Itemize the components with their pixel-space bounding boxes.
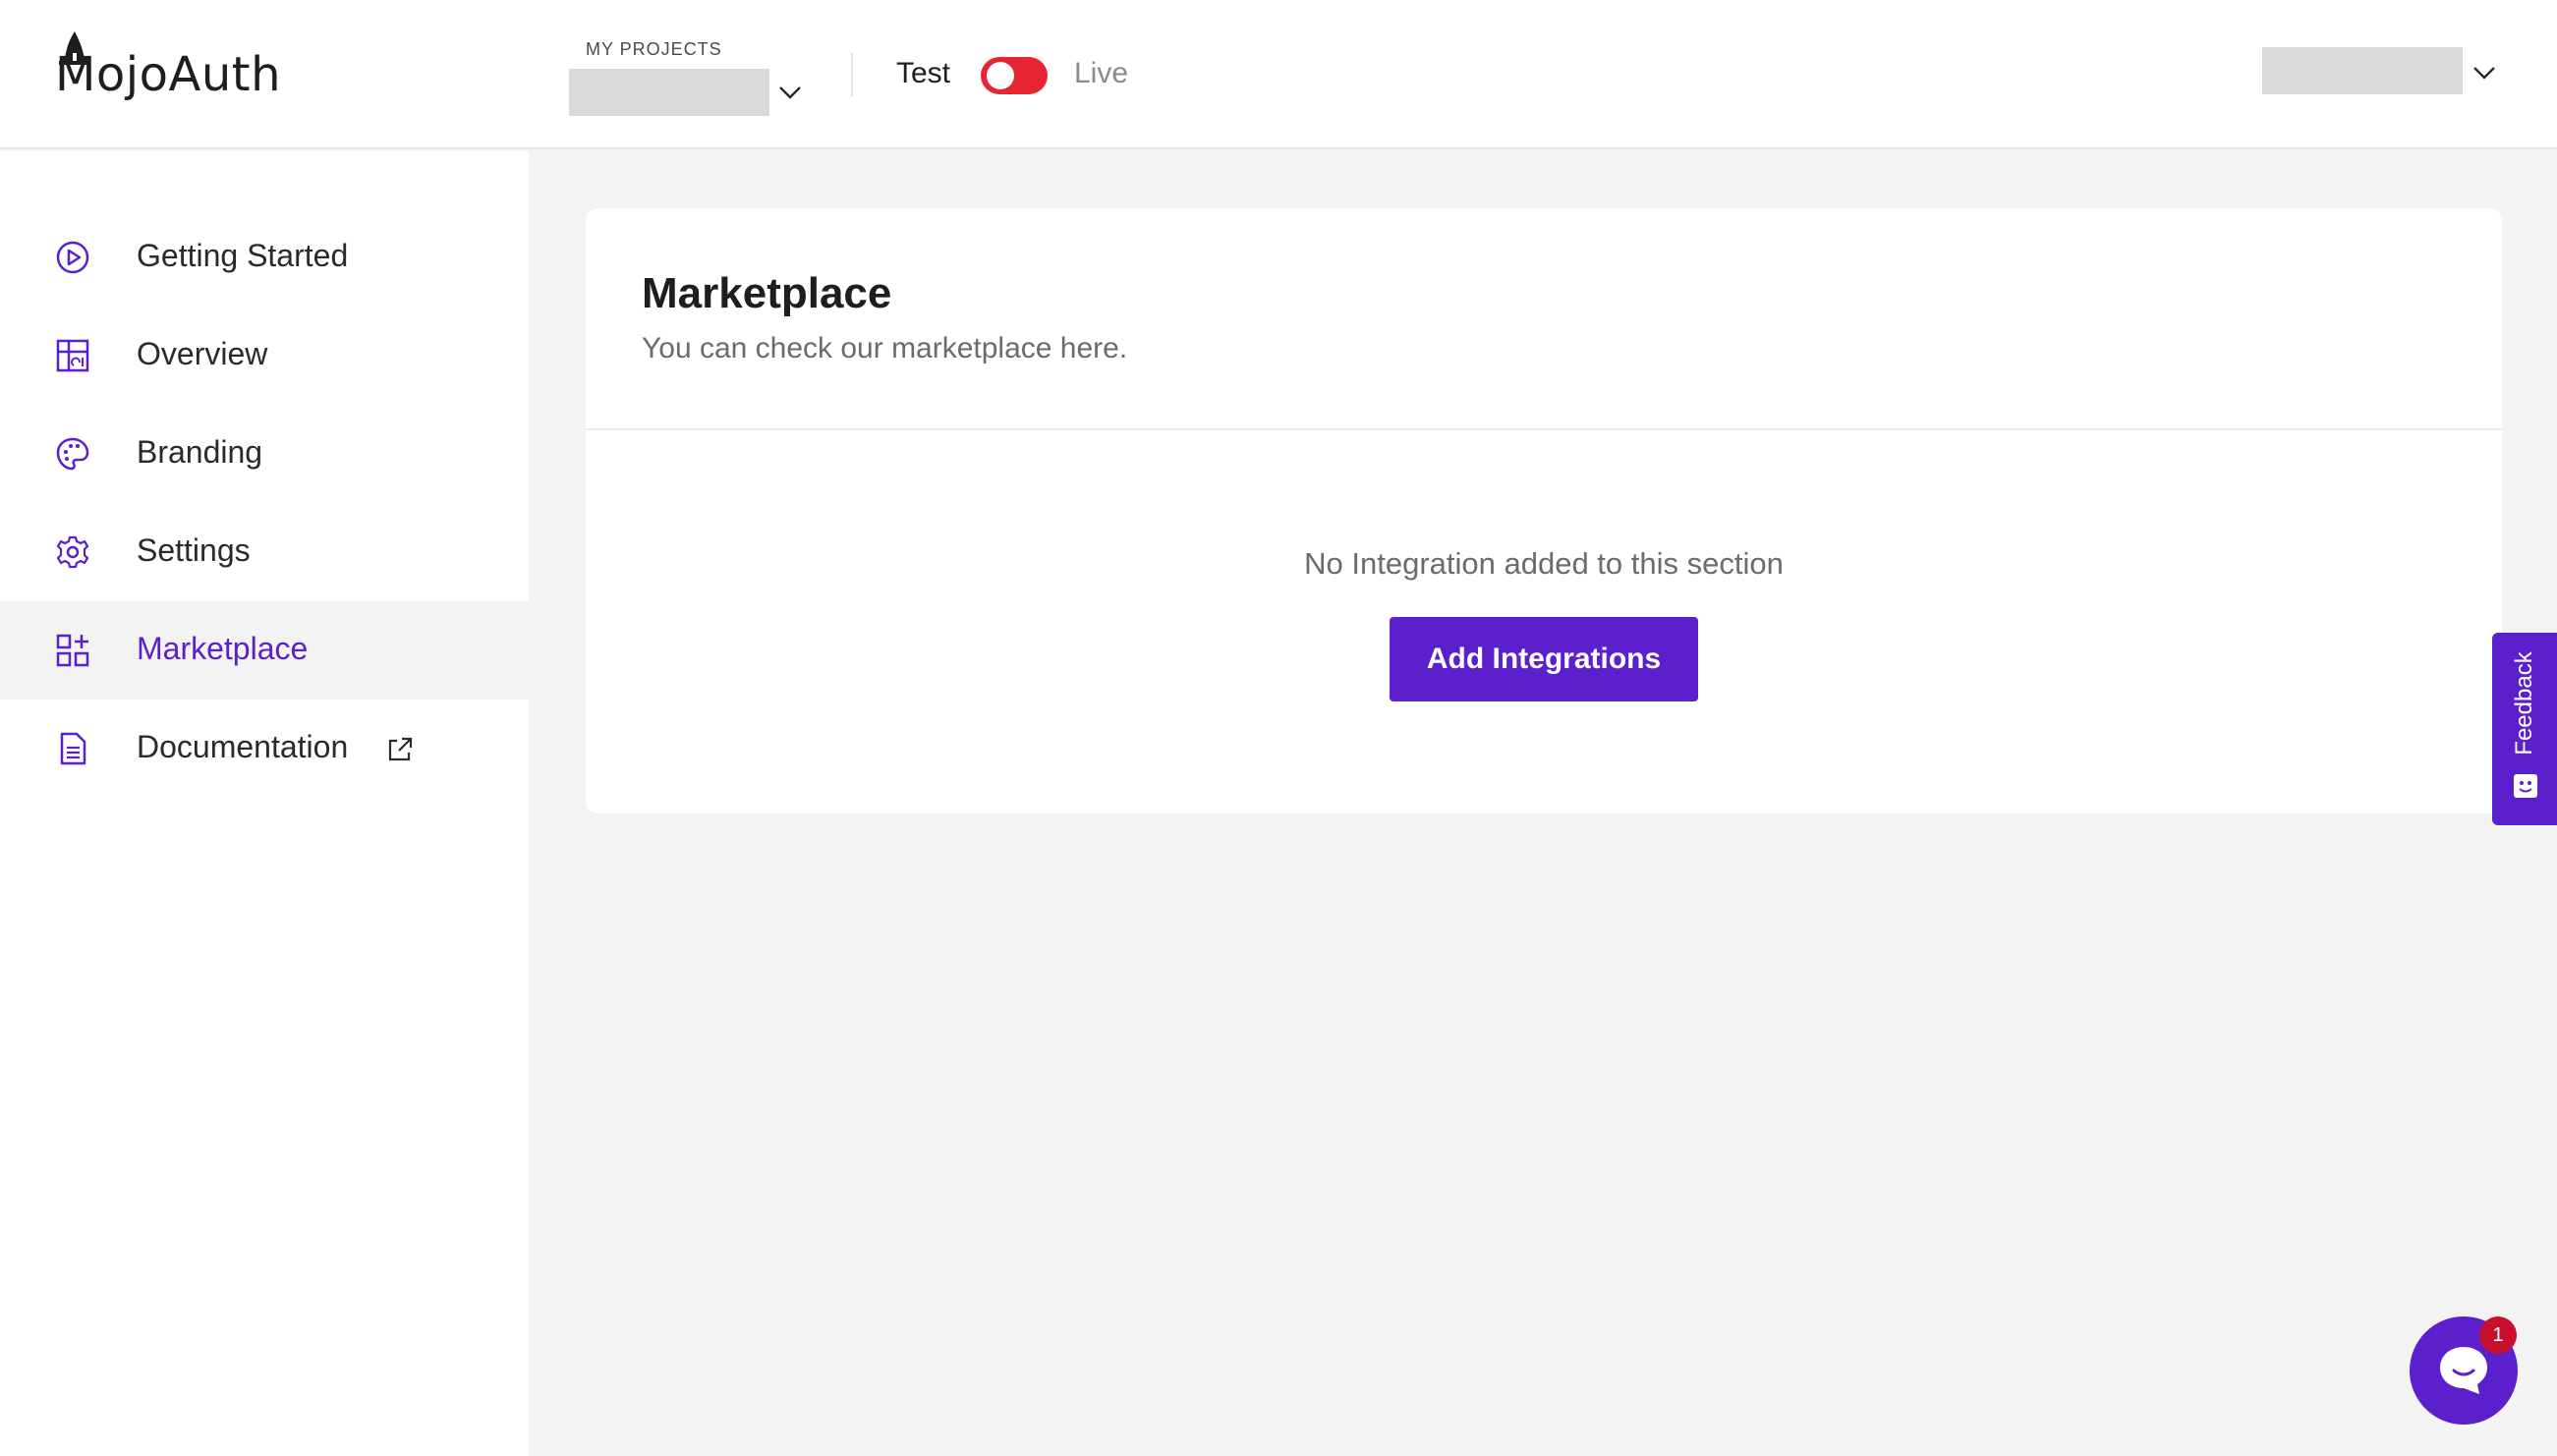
sidebar-item-settings[interactable]: Settings <box>0 503 529 601</box>
sidebar-item-label: Branding <box>137 434 263 470</box>
sidebar-item-branding[interactable]: Branding <box>0 405 529 503</box>
mode-toggle[interactable] <box>981 57 1048 94</box>
dashboard-icon <box>55 338 90 373</box>
top-header: MojoAuth MY PROJECTS Test Live <box>0 0 2557 149</box>
play-circle-icon <box>55 240 90 275</box>
page-subtitle: You can check our marketplace here. <box>642 332 1128 364</box>
document-icon <box>55 731 90 766</box>
apps-add-icon <box>55 633 90 668</box>
sidebar-item-overview[interactable]: Overview <box>0 307 529 405</box>
header-divider <box>851 53 853 96</box>
project-selector[interactable] <box>569 69 769 116</box>
chevron-down-icon[interactable] <box>2471 61 2498 84</box>
external-link-icon <box>388 737 413 761</box>
palette-icon <box>55 436 90 472</box>
chevron-down-icon[interactable] <box>776 81 804 104</box>
feedback-label: Feedback <box>2511 651 2537 756</box>
card-divider <box>586 428 2502 430</box>
gear-icon <box>55 534 90 570</box>
sidebar-item-label: Overview <box>137 336 268 371</box>
feedback-tab[interactable]: Feedback <box>2492 633 2557 825</box>
page-title: Marketplace <box>642 269 892 317</box>
feedback-smiley-icon <box>2514 774 2537 798</box>
toggle-knob <box>987 62 1014 89</box>
mode-test-label: Test <box>896 57 951 89</box>
chat-notification-badge: 1 <box>2479 1316 2517 1354</box>
chat-bubble-icon <box>2440 1347 2487 1394</box>
wizard-hat-icon <box>59 31 90 65</box>
sidebar-item-label: Getting Started <box>137 238 349 273</box>
marketplace-card: Marketplace You can check our marketplac… <box>586 208 2502 813</box>
sidebar: Getting Started Overview Branding Settin… <box>0 151 529 1456</box>
sidebar-item-marketplace[interactable]: Marketplace <box>0 601 529 700</box>
sidebar-item-getting-started[interactable]: Getting Started <box>0 208 529 307</box>
mode-live-label: Live <box>1074 57 1129 89</box>
sidebar-item-label: Marketplace <box>137 631 309 666</box>
sidebar-item-documentation[interactable]: Documentation <box>0 700 529 798</box>
add-integrations-button[interactable]: Add Integrations <box>1390 617 1698 701</box>
empty-state-message: No Integration added to this section <box>1304 546 1784 581</box>
logo[interactable]: MojoAuth <box>55 31 281 116</box>
sidebar-item-label: Documentation <box>137 729 349 764</box>
user-menu[interactable] <box>2262 47 2463 94</box>
sidebar-item-label: Settings <box>137 532 251 568</box>
projects-label: MY PROJECTS <box>586 39 722 59</box>
